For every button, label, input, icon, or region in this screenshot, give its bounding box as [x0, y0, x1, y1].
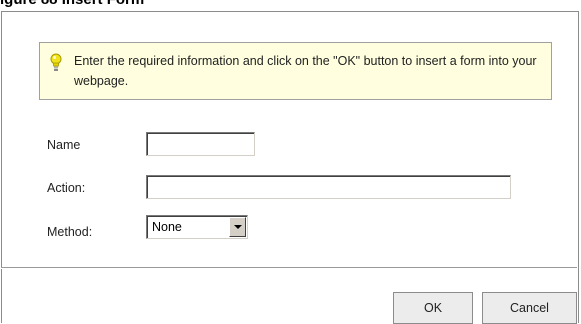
method-select[interactable]: None: [146, 215, 248, 239]
name-label: Name: [47, 138, 81, 152]
divider: [1, 267, 577, 269]
chevron-down-icon[interactable]: [229, 217, 246, 237]
name-input[interactable]: [146, 132, 255, 156]
cancel-button[interactable]: Cancel: [482, 292, 577, 324]
method-select-value: None: [152, 220, 182, 234]
action-input[interactable]: [146, 175, 511, 199]
figure-caption: igure 88 Insert Form: [0, 0, 144, 8]
method-label: Method:: [47, 225, 93, 239]
lightbulb-icon: [50, 53, 62, 73]
info-box: Enter the required information and click…: [39, 42, 552, 100]
ok-button[interactable]: OK: [393, 292, 473, 324]
action-label: Action:: [47, 181, 86, 195]
info-text: Enter the required information and click…: [74, 54, 537, 88]
